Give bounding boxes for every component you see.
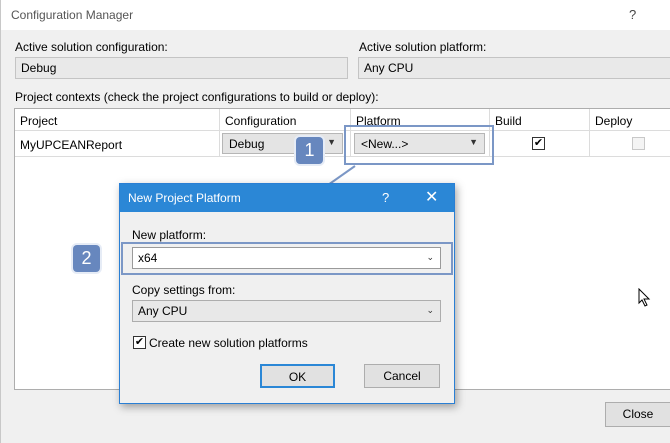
dialog-title-bar: New Project Platform ? ✕	[120, 184, 454, 212]
copy-settings-from-combo[interactable]: Any CPU ⌄	[132, 300, 441, 322]
active-solution-platform-combo[interactable]: Any CPU	[358, 57, 670, 79]
project-configuration-value: Debug	[229, 137, 265, 151]
checkmark-icon: ✔	[134, 336, 145, 348]
active-solution-configuration-value: Debug	[21, 61, 57, 75]
deploy-checkbox[interactable]	[632, 137, 645, 150]
platform-highlight-box	[344, 125, 494, 165]
column-header-configuration[interactable]: Configuration	[220, 109, 351, 131]
column-header-build[interactable]: Build	[490, 109, 590, 131]
create-solution-platforms-checkbox[interactable]: ✔	[133, 336, 146, 349]
ok-button[interactable]: OK	[260, 364, 335, 388]
help-button[interactable]: ?	[629, 7, 636, 22]
build-checkbox[interactable]: ✔	[532, 137, 545, 150]
create-solution-platforms-label[interactable]: Create new solution platforms	[149, 336, 308, 350]
table-row-build-cell: ✔	[490, 131, 590, 157]
active-solution-configuration-combo[interactable]: Debug	[15, 57, 348, 79]
window-title: Configuration Manager	[11, 8, 134, 22]
chevron-down-icon: ▼	[327, 137, 336, 147]
column-header-project[interactable]: Project	[15, 109, 220, 131]
active-solution-platform-value: Any CPU	[364, 61, 414, 75]
chevron-down-icon: ⌄	[426, 305, 434, 315]
table-row-configuration-cell: Debug ▼	[220, 131, 351, 157]
project-configuration-combo[interactable]: Debug ▼	[222, 133, 343, 154]
project-contexts-label: Project contexts (check the project conf…	[15, 90, 379, 104]
table-row-deploy-cell	[590, 131, 670, 157]
active-solution-platform-label: Active solution platform:	[359, 40, 487, 54]
close-button[interactable]: Close	[605, 402, 670, 427]
new-platform-highlight-box	[121, 242, 453, 275]
new-platform-label: New platform:	[132, 228, 207, 242]
mouse-pointer-icon	[638, 288, 651, 307]
dialog-close-button[interactable]: ✕	[425, 187, 438, 207]
copy-settings-from-value: Any CPU	[138, 304, 188, 318]
dialog-help-button[interactable]: ?	[382, 190, 389, 205]
column-header-deploy[interactable]: Deploy	[590, 109, 670, 131]
callout-badge-2: 2	[73, 245, 100, 272]
table-row-project-name: MyUPCEANReport	[15, 131, 220, 157]
checkmark-icon: ✔	[533, 137, 544, 149]
dialog-title: New Project Platform	[128, 191, 241, 205]
active-solution-configuration-label: Active solution configuration:	[15, 40, 168, 54]
title-bar: Configuration Manager ?	[1, 0, 670, 30]
cancel-button[interactable]: Cancel	[364, 364, 440, 388]
copy-settings-from-label: Copy settings from:	[132, 283, 236, 297]
new-project-platform-dialog: New Project Platform ? ✕ New platform: x…	[119, 183, 455, 404]
